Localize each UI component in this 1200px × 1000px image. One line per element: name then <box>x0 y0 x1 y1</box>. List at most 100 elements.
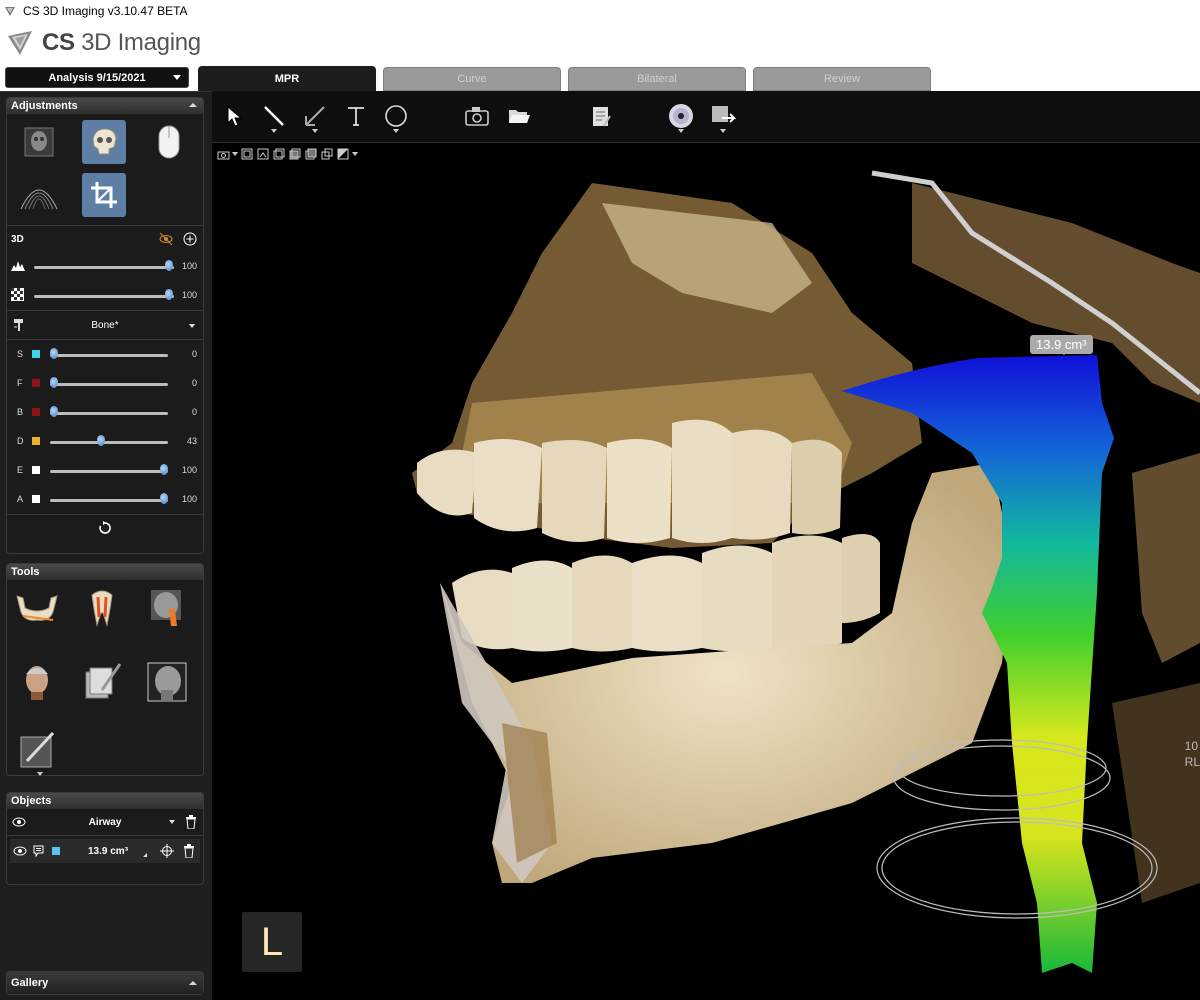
tab-bilateral[interactable]: Bilateral <box>568 67 746 91</box>
chevron-down-icon[interactable] <box>678 129 684 133</box>
analysis-label: Analysis 9/15/2021 <box>48 71 146 84</box>
expand-icon[interactable] <box>189 981 197 985</box>
color-swatch[interactable] <box>32 495 40 503</box>
chevron-down-icon <box>189 324 195 328</box>
color-swatch[interactable] <box>32 437 40 445</box>
comment-icon[interactable] <box>33 845 44 857</box>
color-slider-track[interactable] <box>50 354 168 357</box>
chevron-down-icon[interactable] <box>271 129 277 133</box>
camera-icon[interactable] <box>462 101 492 131</box>
tooth-canal-icon[interactable] <box>80 586 124 630</box>
preset-dropdown[interactable]: Bone* <box>7 311 203 339</box>
tools-panel: Tools <box>6 563 204 776</box>
volume-measure-label[interactable]: 13.9 cm³ <box>1030 335 1093 354</box>
add-icon[interactable] <box>183 232 197 246</box>
pointer-icon[interactable] <box>220 101 250 131</box>
object-item-row[interactable]: 13.9 cm³ <box>10 839 200 863</box>
eye-icon[interactable] <box>13 846 27 856</box>
circle-tool-icon[interactable] <box>381 101 411 131</box>
object-color-swatch[interactable] <box>52 847 60 855</box>
quality-slider-thumb[interactable] <box>165 289 173 300</box>
export-image-icon[interactable] <box>708 101 738 131</box>
color-slider-thumb[interactable] <box>97 435 106 446</box>
color-slider-track[interactable] <box>50 470 168 473</box>
reset-icon[interactable] <box>99 521 111 534</box>
trash-icon[interactable] <box>185 815 197 829</box>
color-slider-label: B <box>17 407 24 417</box>
resize-grip-icon <box>143 853 147 857</box>
ceph-view-icon[interactable] <box>145 660 189 704</box>
viewer-toolbar <box>212 91 1200 143</box>
crosshair-icon[interactable] <box>160 844 174 858</box>
color-slider-thumb[interactable] <box>50 406 58 417</box>
text-tool-icon[interactable] <box>341 101 371 131</box>
chevron-down-icon[interactable] <box>393 129 399 133</box>
objects-header[interactable]: Objects <box>7 793 203 809</box>
crop-icon[interactable] <box>82 173 126 217</box>
arrow-annotation-icon[interactable] <box>300 101 330 131</box>
opacity-slider-row: 100 <box>7 252 203 281</box>
preset-label: Bone* <box>91 320 119 331</box>
slice-fan-icon[interactable] <box>17 173 61 217</box>
skull-view-icon[interactable] <box>82 120 126 164</box>
trash-icon[interactable] <box>183 844 195 858</box>
color-slider-row-f: F0 <box>7 369 203 398</box>
visibility-off-icon[interactable] <box>159 232 173 246</box>
logo-mark-icon <box>8 31 32 55</box>
color-slider-thumb[interactable] <box>160 464 168 475</box>
slices-pen-icon[interactable] <box>80 660 124 704</box>
app-header: CS 3D Imaging <box>0 22 1200 66</box>
tab-curve[interactable]: Curve <box>383 67 561 91</box>
chevron-down-icon <box>173 75 181 80</box>
app-logo: CS 3D Imaging <box>6 28 201 58</box>
chevron-down-icon[interactable] <box>169 820 175 824</box>
3d-viewport[interactable]: 13.9 cm³ 10 RL L <box>212 143 1200 1000</box>
color-slider-thumb[interactable] <box>50 377 58 388</box>
opacity-value: 100 <box>181 261 197 271</box>
color-slider-thumb[interactable] <box>50 348 58 359</box>
chevron-down-icon[interactable] <box>720 129 726 133</box>
window-title: CS 3D Imaging v3.10.47 BETA <box>23 4 188 18</box>
disc-export-icon[interactable] <box>666 101 696 131</box>
color-slider-label: A <box>17 494 24 504</box>
left-sidebar: Adjustments 3D 100 100 Bone* S 0 F 0 B 0… <box>0 91 212 1000</box>
adjustments-header[interactable]: Adjustments <box>7 98 203 114</box>
color-slider-thumb[interactable] <box>160 493 168 504</box>
line-measure-icon[interactable] <box>259 101 289 131</box>
color-slider-track[interactable] <box>50 499 168 502</box>
opacity-slider-track[interactable] <box>34 266 174 269</box>
color-swatch[interactable] <box>32 379 40 387</box>
annotation-pen-icon[interactable] <box>15 728 59 772</box>
mandible-tool-icon[interactable] <box>15 586 59 630</box>
face-photo-icon[interactable] <box>15 660 59 704</box>
analysis-dropdown[interactable]: Analysis 9/15/2021 <box>5 67 189 88</box>
app-window: CS 3D Imaging v3.10.47 BETA CS 3D Imagin… <box>0 0 1200 1000</box>
tools-header[interactable]: Tools <box>7 564 203 580</box>
chevron-down-icon[interactable] <box>312 129 318 133</box>
title-bar: CS 3D Imaging v3.10.47 BETA <box>0 0 1200 22</box>
folder-open-icon[interactable] <box>504 101 534 131</box>
skull-airway-render <box>412 170 1200 973</box>
gallery-header[interactable]: Gallery <box>7 972 203 994</box>
airway-tool-icon[interactable] <box>145 586 189 630</box>
object-group-row[interactable]: Airway <box>7 809 203 836</box>
tab-review[interactable]: Review <box>753 67 931 91</box>
color-slider-row-b: B0 <box>7 398 203 427</box>
color-slider-row-d: D 43 <box>7 427 203 456</box>
color-swatch[interactable] <box>32 466 40 474</box>
color-slider-track[interactable] <box>50 383 168 386</box>
mouse-icon[interactable] <box>147 120 191 164</box>
quality-slider-track[interactable] <box>34 295 174 298</box>
color-swatch[interactable] <box>32 408 40 416</box>
color-slider-track[interactable] <box>50 412 168 415</box>
report-icon[interactable] <box>586 101 616 131</box>
color-slider-track[interactable] <box>50 441 168 444</box>
color-swatch[interactable] <box>32 350 40 358</box>
opacity-slider-thumb[interactable] <box>165 260 173 271</box>
chevron-down-icon[interactable] <box>37 772 43 776</box>
head-view-icon[interactable] <box>17 120 61 164</box>
color-slider-value: 43 <box>186 436 197 446</box>
collapse-icon[interactable] <box>189 103 197 107</box>
tab-mpr[interactable]: MPR <box>198 66 376 91</box>
app-icon <box>5 7 15 16</box>
